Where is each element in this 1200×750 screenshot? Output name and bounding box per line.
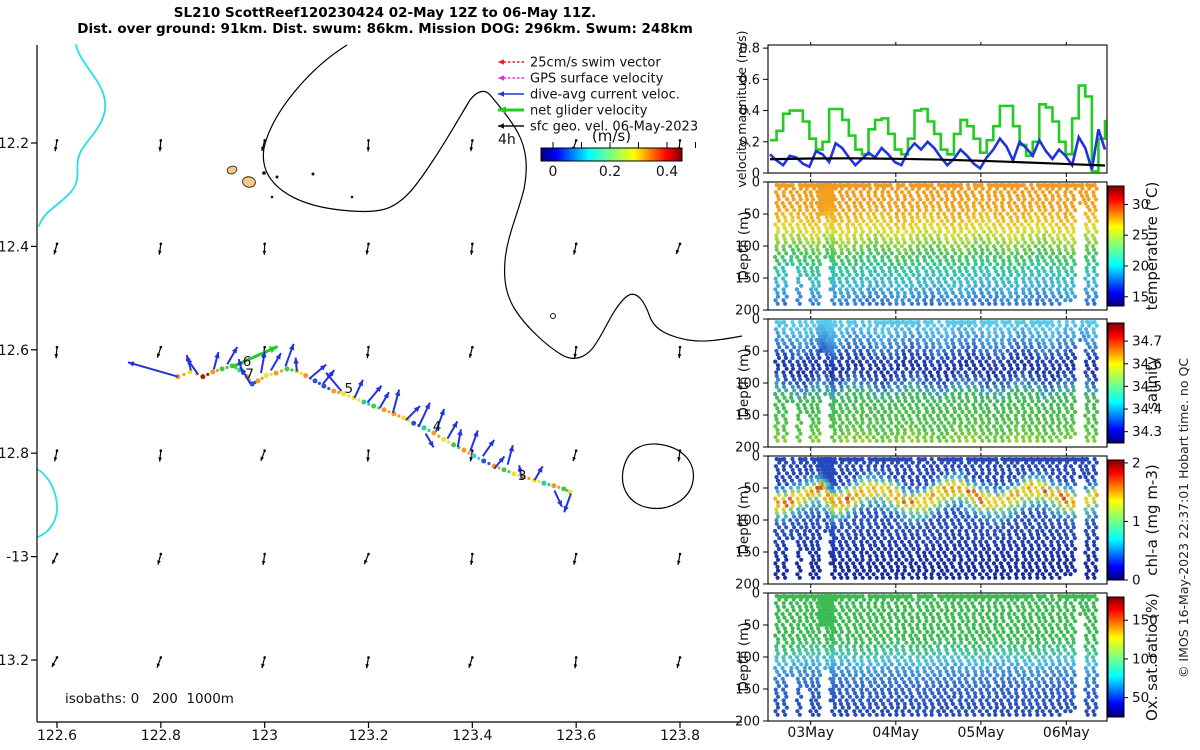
watermark: © IMOS 16-May-2023 22:37:01 Hobart time.…: [1176, 358, 1191, 678]
depth-axis-label: Depth (m): [736, 211, 752, 280]
svg-text:0: 0: [752, 450, 760, 465]
svg-text:7: 7: [245, 367, 254, 383]
title-line-2: Dist. over ground: 91km. Dist. swum: 86k…: [77, 21, 693, 37]
section-oxygen: 050100150200Depth (m)15010050Ox. sat. ra…: [735, 587, 1161, 730]
velocity-axis-label: velocity magnitude (m/s): [734, 30, 749, 187]
figure-canvas: 122.6 122.8 123 123.2 123.4 123.6 123.812.212.…: [0, 30, 1191, 744]
depth-axis-label: Depth (m): [736, 348, 752, 417]
svg-text:0.4: 0.4: [656, 164, 678, 180]
svg-text:5: 5: [344, 381, 353, 397]
svg-text:dive-avg current veloc.: dive-avg current veloc.: [530, 88, 680, 103]
velocity-panel: 00.20.40.60.8velocity magnitude (m/s): [734, 30, 1108, 188]
svg-text:0: 0: [752, 313, 760, 328]
section-dots-chl-a: [773, 457, 1100, 580]
svg-text:(m/s): (m/s): [592, 127, 631, 145]
section-temperature: 050100150200Depth (m)30252015temperature…: [735, 176, 1161, 319]
colorbar-chl-a: [1107, 459, 1125, 581]
section-chl-a: 050100150200Depth (m)210chl-a (mg m-3): [735, 450, 1161, 593]
svg-text:34.3: 34.3: [1132, 424, 1162, 440]
colorbar-oxygen: [1107, 596, 1125, 718]
dive-number-labels: 34567: [243, 354, 527, 484]
svg-text:temperature (°C): temperature (°C): [1143, 182, 1161, 311]
section-dots-temperature: [773, 183, 1100, 306]
depth-axis-label: Depth (m): [736, 622, 752, 691]
svg-text:34.7: 34.7: [1132, 334, 1162, 350]
svg-text:net glider velocity: net glider velocity: [530, 104, 648, 119]
svg-text:4: 4: [433, 419, 442, 435]
svg-text:123.8: 123.8: [660, 728, 700, 744]
svg-text:12.6: 12.6: [0, 343, 29, 359]
geo-velocity-arrow-grid: [51, 139, 682, 669]
map-colorbar: 0 0.2 0.4 (m/s): [540, 127, 696, 180]
section-dots-salinity: [773, 320, 1100, 443]
date-axis: 03May 04May 05May 06May: [787, 725, 1089, 741]
section-dots-oxygen: [773, 594, 1100, 717]
colorbar-salinity: [1107, 322, 1125, 444]
svg-text:0.2: 0.2: [599, 164, 621, 180]
title-line-1: SL210 ScottReef120230424 02-May 12Z to 0…: [173, 5, 597, 21]
series-sfc-geostrophic-velocity: [769, 157, 1106, 167]
svg-text:0: 0: [752, 176, 760, 191]
svg-text:122.8: 122.8: [141, 728, 181, 744]
svg-text:-13: -13: [6, 550, 29, 566]
map-panel: 122.6 122.8 123 123.2 123.4 123.6 123.812.212.…: [0, 44, 743, 744]
svg-text:13.2: 13.2: [0, 653, 29, 669]
svg-text:123.6: 123.6: [556, 728, 596, 744]
colorbar-temperature: [1107, 185, 1125, 307]
map-title-block: SL210 ScottReef120230424 02-May 12Z to 0…: [0, 5, 770, 37]
track-velocity-arrows: [127, 343, 572, 513]
svg-text:GPS surface velocity: GPS surface velocity: [530, 72, 664, 87]
svg-text:122.6: 122.6: [37, 728, 77, 744]
svg-text:123.4: 123.4: [452, 728, 492, 744]
depth-axis-label: Depth (m): [736, 485, 752, 554]
map-x-axis: 122.6 122.8 123 123.2 123.4 123.6 123.8: [37, 721, 742, 744]
svg-text:0: 0: [549, 164, 558, 180]
isobaths-note: isobaths: 0 200 1000m: [65, 691, 234, 707]
figure-root: SL210 ScottReef120230424 02-May 12Z to 0…: [0, 0, 1200, 750]
svg-text:salinity: salinity: [1143, 356, 1161, 410]
svg-text:12.8: 12.8: [0, 446, 29, 462]
svg-text:25cm/s swim vector: 25cm/s swim vector: [530, 56, 661, 71]
glider-track: [175, 363, 573, 495]
svg-text:4h: 4h: [498, 132, 516, 148]
section-salinity: 050100150200Depth (m)34.734.634.534.434.…: [735, 313, 1162, 456]
svg-text:123.2: 123.2: [348, 728, 388, 744]
svg-text:12.4: 12.4: [0, 239, 29, 255]
svg-text:3: 3: [518, 468, 527, 484]
svg-text:12.2: 12.2: [0, 136, 29, 152]
svg-text:123: 123: [251, 728, 278, 744]
map-y-axis: 12.2 12.4 12.6 12.8 -13 13.2: [0, 45, 38, 722]
imos-watermark: © IMOS 16-May-2023 22:37:01 Hobart time.…: [1176, 358, 1191, 678]
